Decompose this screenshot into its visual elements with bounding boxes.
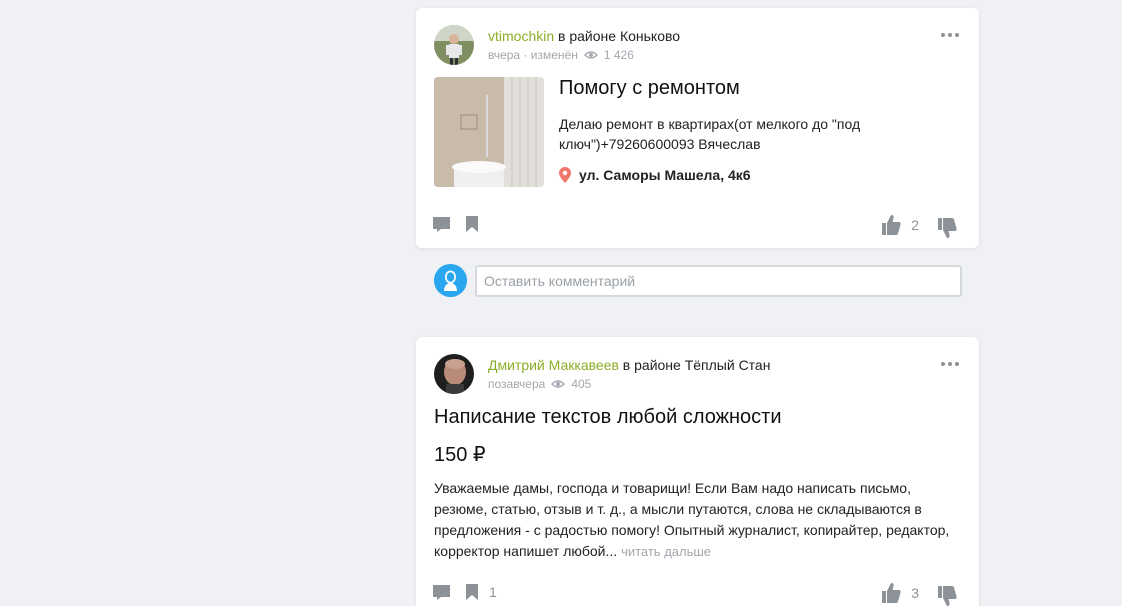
comment-button[interactable] — [432, 584, 451, 601]
author-link[interactable]: Дмитрий Маккавеев — [488, 357, 619, 373]
post-actions: 1 — [432, 583, 497, 601]
bookmark-button[interactable] — [465, 215, 479, 233]
post-actions — [432, 215, 479, 233]
post-card: vtimochkin в районе Коньково вчера · изм… — [416, 8, 979, 248]
views-count: 1 426 — [603, 48, 634, 62]
likes-count: 2 — [911, 217, 919, 233]
vote-group: 2 — [881, 211, 957, 239]
comment-row — [434, 264, 962, 297]
likes-count: 3 — [911, 585, 919, 601]
user-avatar — [434, 264, 467, 297]
post-title[interactable]: Написание текстов любой сложности — [434, 406, 782, 429]
comment-input[interactable] — [475, 264, 962, 297]
comment-icon — [433, 584, 450, 600]
post-photo[interactable] — [434, 77, 544, 187]
dislike-button[interactable] — [937, 217, 957, 239]
avatar-photo — [434, 25, 474, 65]
post-header: vtimochkin в районе Коньково — [488, 28, 680, 44]
bookmark-icon — [466, 584, 478, 600]
more-dots-icon[interactable] — [941, 362, 961, 368]
comment-icon — [433, 216, 450, 232]
post-address[interactable]: ул. Саморы Машела, 4к6 — [559, 167, 751, 183]
thumbs-up-icon — [882, 215, 901, 235]
eye-icon — [551, 380, 566, 388]
user-silhouette-icon — [434, 264, 467, 297]
post-time: вчера · изменён — [488, 48, 578, 62]
dislike-button[interactable] — [937, 585, 957, 606]
author-link[interactable]: vtimochkin — [488, 28, 554, 44]
avatar[interactable] — [434, 25, 474, 65]
like-button[interactable] — [881, 582, 901, 604]
more-dots-icon[interactable] — [941, 33, 961, 39]
avatar[interactable] — [434, 354, 474, 394]
avatar-photo — [434, 354, 474, 394]
bathroom-image — [434, 77, 544, 187]
post-price: 150 ₽ — [434, 444, 486, 466]
comment-button[interactable] — [432, 216, 451, 233]
views-count: 405 — [571, 377, 592, 391]
read-more-link[interactable]: читать дальше — [621, 544, 711, 559]
address-text: ул. Саморы Машела, 4к6 — [579, 167, 751, 183]
location-pin-icon — [559, 167, 571, 183]
thumbs-down-icon — [938, 218, 957, 238]
bookmark-icon — [466, 216, 478, 232]
post-meta: вчера · изменён 1 426 — [488, 48, 634, 62]
location-label: в районе Коньково — [558, 28, 681, 44]
post-meta: позавчера 405 — [488, 377, 591, 391]
like-button[interactable] — [881, 214, 901, 236]
thumbs-up-icon — [882, 583, 901, 603]
post-description: Делаю ремонт в квартирах(от мелкого до "… — [559, 116, 861, 152]
bookmarks-count: 1 — [489, 584, 497, 600]
eye-icon — [583, 51, 598, 59]
post-header: Дмитрий Маккавеев в районе Тёплый Стан — [488, 357, 770, 373]
bookmark-button[interactable]: 1 — [465, 583, 497, 601]
post-title[interactable]: Помогу с ремонтом — [559, 77, 740, 100]
location-label: в районе Тёплый Стан — [622, 357, 771, 373]
vote-group: 3 — [881, 579, 957, 606]
thumbs-down-icon — [938, 586, 957, 606]
post-time: позавчера — [488, 377, 546, 391]
post-card: Дмитрий Маккавеев в районе Тёплый Стан п… — [416, 337, 979, 606]
post-description: Уважаемые дамы, господа и товарищи! Если… — [434, 478, 964, 562]
